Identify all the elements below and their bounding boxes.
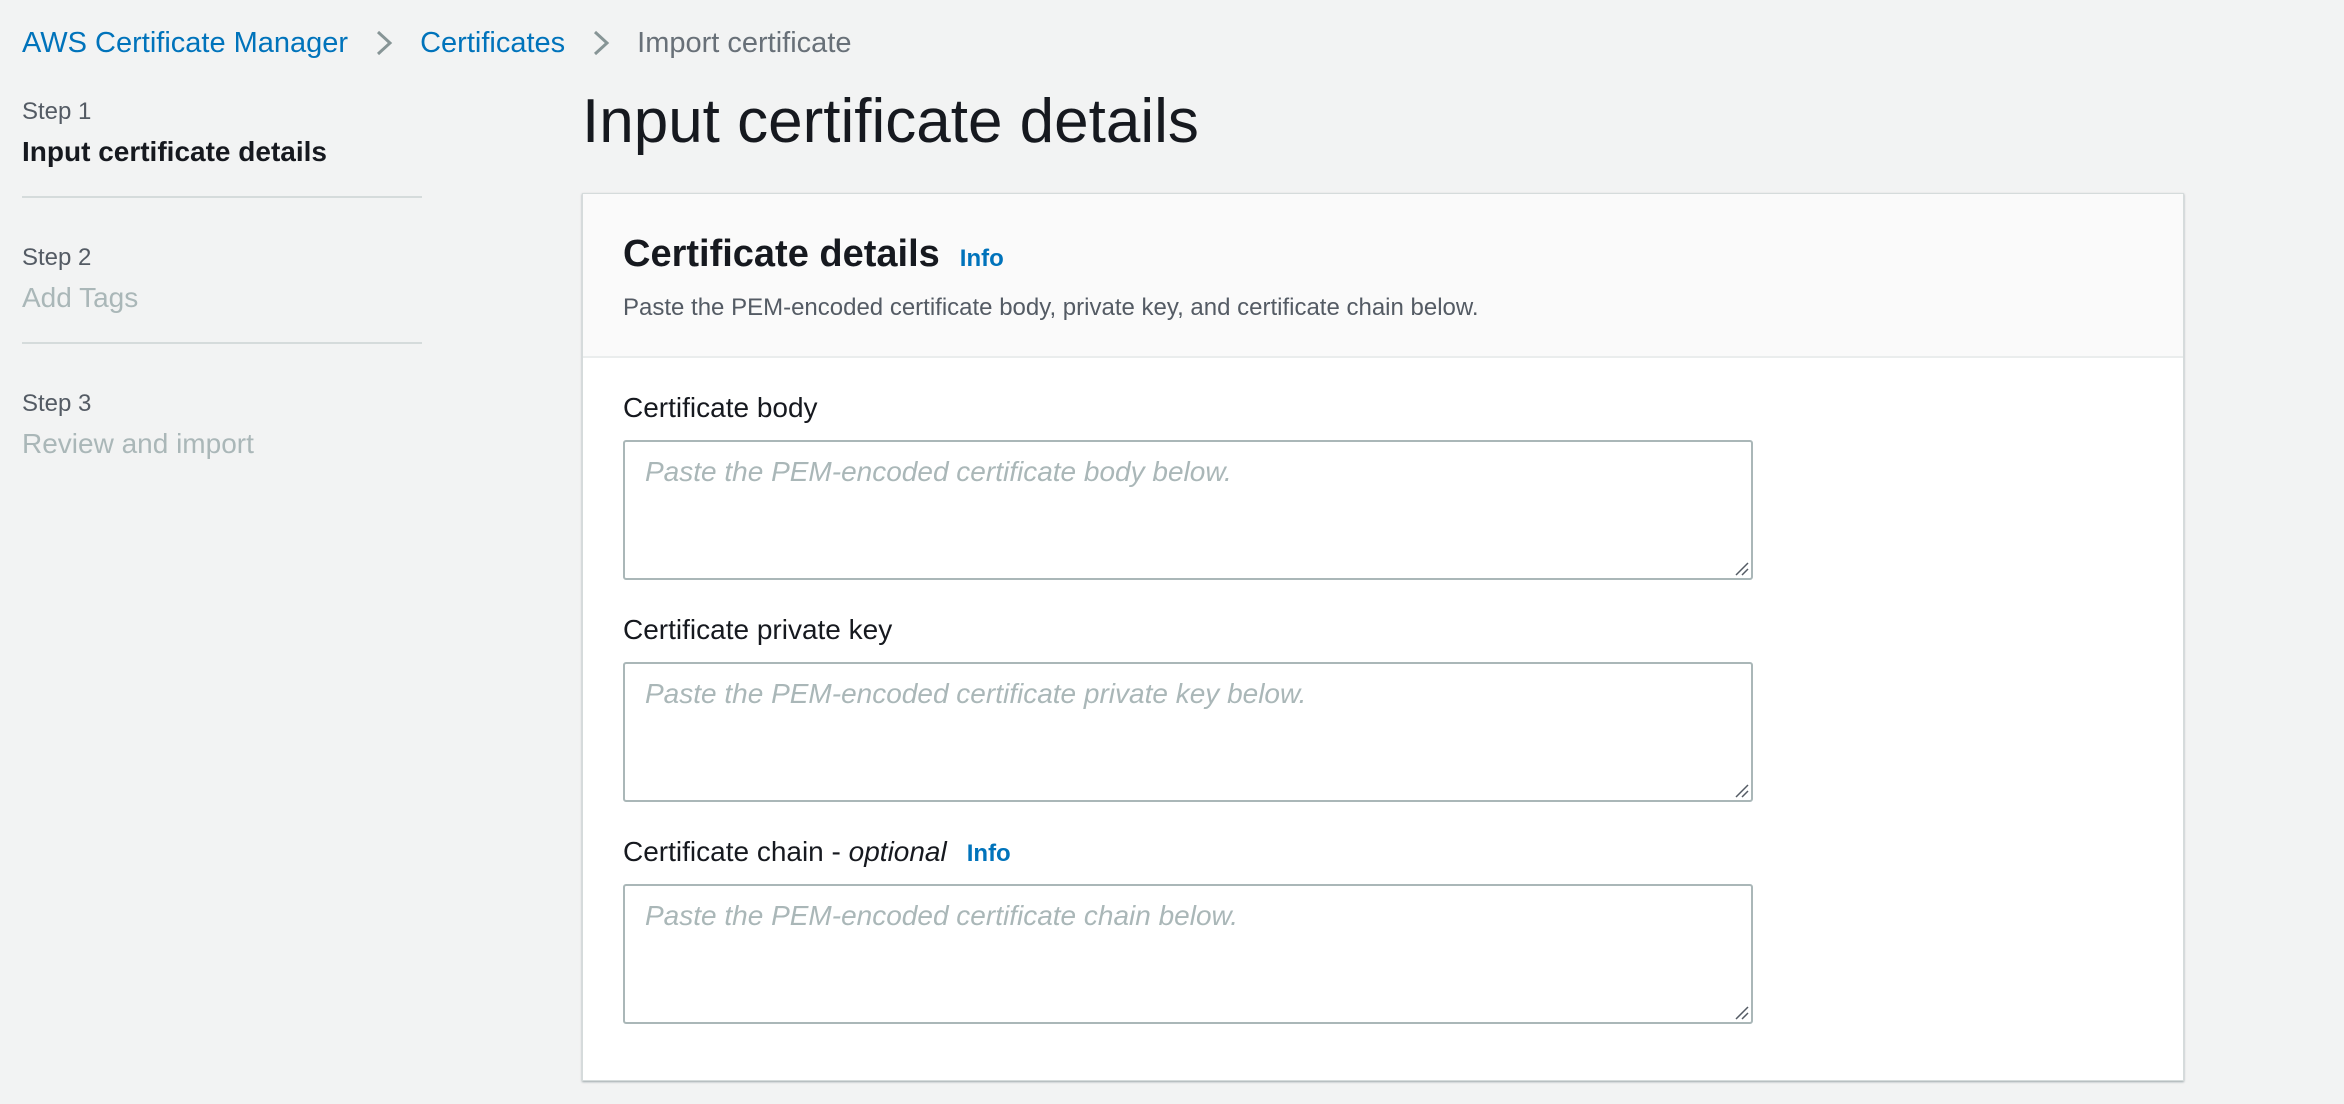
container-description: Paste the PEM-encoded certificate body, … [623, 294, 1479, 321]
container-title: Certificate details [623, 233, 940, 275]
certificate-details-container: Certificate details Info Paste the PEM-e… [582, 193, 2184, 1081]
certificate-chain-label: Certificate chain - optional [623, 830, 947, 874]
chevron-right-icon [348, 22, 420, 64]
certificate-body-field: Certificate body [623, 386, 2183, 580]
wizard-step-3: Step 3 Review and import [22, 384, 422, 464]
container-header: Certificate details Info Paste the PEM-e… [583, 194, 2183, 358]
page-title: Input certificate details [582, 87, 1199, 156]
wizard-step-1: Step 1 Input certificate details [22, 92, 422, 172]
wizard-steps-nav: Step 1 Input certificate details Step 2 … [22, 92, 422, 464]
certificate-private-key-textarea[interactable] [623, 662, 1753, 802]
certificate-private-key-label: Certificate private key [623, 614, 893, 645]
step-number: Step 1 [22, 98, 92, 125]
step-title: Review and import [22, 428, 254, 459]
step-title: Input certificate details [22, 136, 327, 167]
step-divider [22, 196, 422, 198]
certificate-chain-info-link[interactable]: Info [967, 840, 1011, 868]
field-label-row: Certificate private key [623, 608, 2183, 652]
breadcrumb-import-certificate: Import certificate [637, 26, 852, 59]
certificate-chain-field: Certificate chain - optional Info [623, 830, 2183, 1024]
breadcrumb-aws-certificate-manager[interactable]: AWS Certificate Manager [22, 27, 348, 60]
certificate-chain-label-text: Certificate chain - [623, 836, 849, 867]
certificate-private-key-field: Certificate private key [623, 608, 2183, 802]
container-title-row: Certificate details Info [623, 230, 2183, 278]
textarea-wrapper [623, 884, 1753, 1024]
field-label-row: Certificate chain - optional Info [623, 830, 2183, 874]
step-number: Step 3 [22, 390, 92, 417]
certificate-body-label: Certificate body [623, 392, 818, 423]
breadcrumb-certificates[interactable]: Certificates [420, 27, 565, 60]
wizard-step-2: Step 2 Add Tags [22, 238, 422, 318]
textarea-wrapper [623, 440, 1753, 580]
step-title: Add Tags [22, 282, 139, 313]
optional-marker: optional [848, 836, 947, 867]
certificate-details-info-link[interactable]: Info [960, 245, 1004, 273]
field-label-row: Certificate body [623, 386, 2183, 430]
step-divider [22, 342, 422, 344]
certificate-chain-textarea[interactable] [623, 884, 1753, 1024]
textarea-wrapper [623, 662, 1753, 802]
container-body: Certificate body Certificate private key [583, 358, 2183, 1024]
certificate-body-textarea[interactable] [623, 440, 1753, 580]
breadcrumb: AWS Certificate Manager Certificates Imp… [22, 22, 852, 64]
chevron-right-icon [565, 22, 637, 64]
step-number: Step 2 [22, 244, 92, 271]
